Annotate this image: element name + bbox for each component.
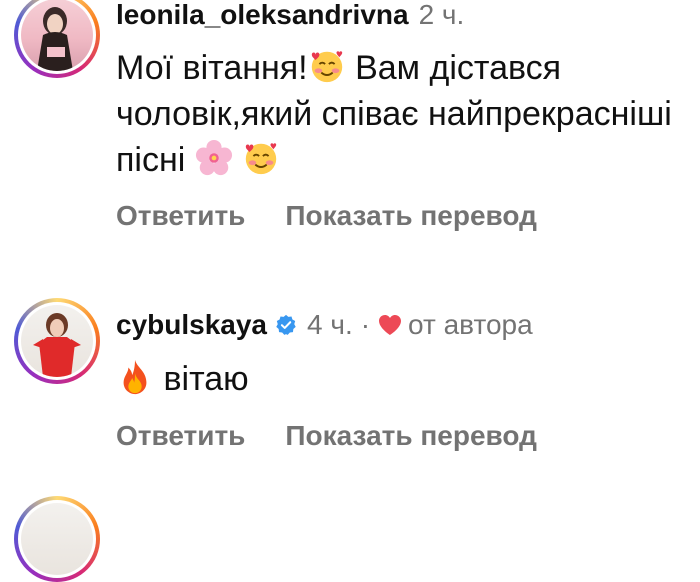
cherry-blossom-emoji	[195, 139, 232, 176]
avatar[interactable]	[21, 305, 93, 377]
comment-text-part: вітаю	[163, 360, 249, 398]
smiling-hearts-emoji	[311, 51, 342, 83]
timestamp: 2 ч.	[418, 0, 465, 30]
verified-badge-icon	[276, 314, 296, 335]
liked-by-author-label: от автора	[408, 309, 533, 340]
avatar[interactable]	[21, 503, 93, 575]
show-translation-button[interactable]: Показать перевод	[285, 420, 537, 452]
avatar[interactable]	[21, 0, 93, 71]
separator-dot: ·	[360, 309, 371, 340]
heart-icon	[379, 315, 402, 335]
comment-actions: Ответить Показать перевод	[116, 420, 577, 452]
username[interactable]: cybulskaya	[116, 308, 267, 342]
comment-header: cybulskaya 4 ч. · от автора	[116, 308, 533, 342]
reply-button[interactable]: Ответить	[116, 200, 245, 232]
reply-button[interactable]: Ответить	[116, 420, 245, 452]
fire-emoji	[123, 359, 147, 395]
comment-text-part: Мої вітання!	[116, 49, 308, 87]
smiling-hearts-emoji	[246, 143, 277, 175]
username[interactable]: leonila_oleksandrivna	[116, 0, 409, 32]
comment-text: Мої вітання! Вам дістався чоловік,який с…	[116, 45, 676, 183]
story-ring[interactable]	[14, 298, 100, 384]
comment-text: вітаю	[116, 356, 676, 402]
story-ring[interactable]	[14, 496, 100, 582]
story-ring[interactable]	[14, 0, 100, 78]
comment-header: leonila_oleksandrivna 2 ч.	[116, 0, 464, 32]
show-translation-button[interactable]: Показать перевод	[285, 200, 537, 232]
comment-actions: Ответить Показать перевод	[116, 200, 577, 232]
timestamp: 4 ч.	[307, 309, 353, 340]
